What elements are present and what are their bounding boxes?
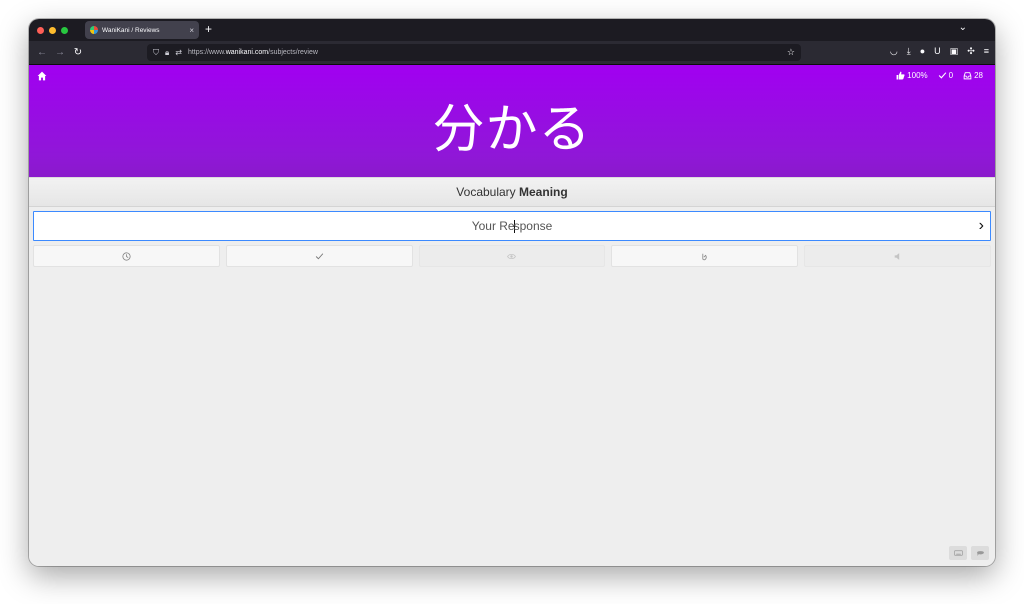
review-stats: 100% 0 28 bbox=[896, 71, 983, 80]
check-icon bbox=[938, 72, 946, 79]
shield-icon[interactable]: ⛉ bbox=[153, 48, 159, 58]
audio-icon bbox=[894, 252, 900, 260]
review-page: 100% 0 28 分かる Vocabulary Meaning Your Re… bbox=[29, 65, 995, 566]
forward-arrow-icon[interactable]: → bbox=[51, 47, 69, 58]
tab-close-icon[interactable]: × bbox=[189, 26, 194, 35]
undo-icon bbox=[702, 253, 707, 260]
item-info-button[interactable] bbox=[418, 245, 606, 267]
corner-buttons bbox=[949, 546, 989, 560]
thumbs-up-icon bbox=[896, 71, 905, 80]
last-items-button[interactable] bbox=[33, 245, 220, 267]
keyboard-shortcuts-button[interactable] bbox=[949, 546, 967, 560]
extensions-puzzle-icon[interactable]: ✣ bbox=[967, 46, 975, 57]
tab-strip: WaniKani / Reviews × + ⌄ bbox=[29, 19, 995, 41]
url-text[interactable]: https://www.wanikani.com/subjects/review bbox=[188, 49, 787, 56]
close-window-button[interactable] bbox=[37, 27, 44, 34]
remaining-count: 28 bbox=[974, 71, 983, 80]
answer-placeholder-start: Your Re bbox=[471, 219, 515, 233]
audio-button[interactable] bbox=[804, 245, 991, 267]
percent-correct-stat: 100% bbox=[896, 71, 928, 80]
remaining-stat: 28 bbox=[963, 71, 983, 80]
navigation-bar: ← → ↻ ⛉ 🔒︎ ⇄ https://www.wanikani.com/su… bbox=[29, 41, 995, 65]
tab-wanikani-reviews[interactable]: WaniKani / Reviews × bbox=[85, 21, 199, 39]
extension-u-icon[interactable]: U bbox=[934, 46, 941, 57]
lock-icon[interactable]: 🔒︎ bbox=[165, 48, 169, 58]
tab-title: WaniKani / Reviews bbox=[102, 26, 160, 34]
keyboard-icon bbox=[953, 550, 963, 556]
question-subject-type: Vocabulary bbox=[456, 185, 516, 199]
check-icon bbox=[315, 252, 323, 259]
question-category: Meaning bbox=[519, 185, 568, 199]
window-controls bbox=[37, 27, 68, 34]
home-icon[interactable] bbox=[37, 71, 47, 81]
review-character: 分かる bbox=[432, 100, 592, 160]
completed-stat: 0 bbox=[938, 71, 953, 80]
chat-icon bbox=[976, 551, 984, 556]
tab-list-chevron-icon[interactable]: ⌄ bbox=[959, 22, 967, 33]
minimize-window-button[interactable] bbox=[49, 27, 56, 34]
additional-actions bbox=[33, 245, 991, 267]
download-icon[interactable]: ⤓ bbox=[907, 46, 911, 57]
permissions-icon[interactable]: ⇄ bbox=[175, 48, 182, 57]
menu-hamburger-icon[interactable]: ≡ bbox=[984, 46, 989, 57]
back-arrow-icon[interactable]: ← bbox=[33, 47, 51, 58]
bookmark-star-icon[interactable]: ☆ bbox=[787, 47, 795, 58]
answer-placeholder-end: sponse bbox=[513, 219, 553, 233]
completed-count: 0 bbox=[948, 71, 954, 80]
character-header: 100% 0 28 分かる bbox=[29, 65, 995, 177]
toolbar-icons: ◡ ⤓ ● U ▣ ✣ ≡ bbox=[890, 46, 989, 57]
wanikani-favicon-icon bbox=[90, 26, 98, 34]
browser-window: WaniKani / Reviews × + ⌄ ← → ↻ ⛉ 🔒︎ ⇄ ht… bbox=[29, 19, 995, 566]
maximize-window-button[interactable] bbox=[61, 27, 68, 34]
eye-icon bbox=[507, 253, 517, 259]
pocket-icon[interactable]: ◡ bbox=[890, 46, 898, 57]
undo-button[interactable] bbox=[611, 245, 799, 267]
answer-input[interactable]: Your Response › bbox=[33, 211, 991, 241]
clock-icon bbox=[122, 251, 131, 261]
reload-icon[interactable]: ↻ bbox=[69, 47, 87, 58]
submit-chevron-right-icon[interactable]: › bbox=[979, 212, 984, 240]
extension-clock-icon[interactable]: ● bbox=[920, 46, 925, 57]
wrap-up-button[interactable] bbox=[225, 245, 413, 267]
address-bar[interactable]: ⛉ 🔒︎ ⇄ https://www.wanikani.com/subjects… bbox=[147, 44, 801, 61]
feedback-button[interactable] bbox=[971, 546, 989, 560]
percent-correct-value: 100% bbox=[907, 71, 928, 80]
inbox-icon bbox=[963, 72, 972, 80]
new-tab-button[interactable]: + bbox=[205, 22, 212, 36]
translate-icon[interactable]: ▣ bbox=[950, 46, 959, 57]
question-type-banner: Vocabulary Meaning bbox=[29, 177, 995, 207]
